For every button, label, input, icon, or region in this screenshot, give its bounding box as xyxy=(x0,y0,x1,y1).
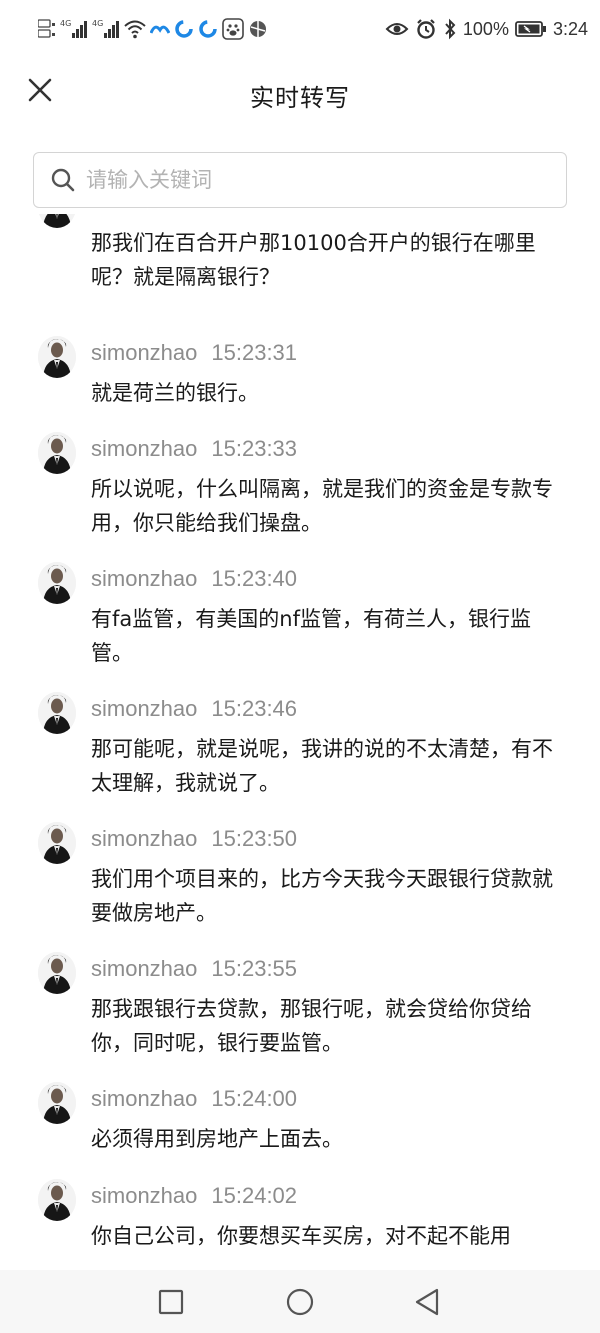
speaker-avatar[interactable] xyxy=(38,1179,76,1221)
home-icon xyxy=(286,1288,314,1316)
status-bar: 4G 4G 100% 3:24 xyxy=(0,0,600,58)
header: 实时转写 xyxy=(0,58,600,130)
entry-meta: simonzhao 15:23:33 xyxy=(91,436,297,462)
entry-meta: simonzhao 15:23:40 xyxy=(91,566,297,592)
recent-apps-icon xyxy=(158,1289,184,1315)
status-bar-right: 100% 3:24 xyxy=(385,16,588,42)
bluetooth-icon xyxy=(443,18,457,40)
timestamp: 15:23:46 xyxy=(211,696,298,721)
transcript-text: 那我们在百合开户那10100合开户的银行在哪里呢？就是隔离银行？ xyxy=(91,231,536,289)
battery-icon xyxy=(515,18,547,40)
signal-4g-icon: 4G xyxy=(60,18,88,40)
entry-meta: simonzhao 15:23:55 xyxy=(91,956,297,982)
speaker-name: simonzhao xyxy=(91,1086,198,1111)
entry-meta: simonzhao 15:23:46 xyxy=(91,696,297,722)
back-icon xyxy=(415,1288,439,1316)
speaker-name: simonzhao xyxy=(91,436,198,461)
speaker-avatar[interactable] xyxy=(38,822,76,864)
timestamp: 15:23:50 xyxy=(211,826,298,851)
transcript-text: 你自己公司，你要想买车买房，对不起不能用 xyxy=(91,1224,511,1248)
transcript-list[interactable]: 那我们在百合开户那10100合开户的银行在哪里呢？就是隔离银行？ simonzha… xyxy=(0,214,600,1270)
speaker-name: simonzhao xyxy=(91,340,198,365)
timestamp: 15:24:00 xyxy=(211,1086,298,1111)
home-button[interactable] xyxy=(283,1285,317,1319)
speaker-avatar[interactable] xyxy=(38,562,76,604)
back-button[interactable] xyxy=(410,1285,444,1319)
app-notification-icon xyxy=(174,18,194,40)
svg-text:4G: 4G xyxy=(60,19,71,28)
timestamp: 15:23:55 xyxy=(211,956,298,981)
app-icon xyxy=(248,18,268,40)
timestamp: 15:23:31 xyxy=(211,340,298,365)
speaker-avatar[interactable] xyxy=(38,432,76,474)
recent-apps-button[interactable] xyxy=(154,1285,188,1319)
hd-sim1-icon xyxy=(38,18,56,40)
speaker-avatar[interactable] xyxy=(38,1082,76,1124)
transcript-text: 我们用个项目来的，比方今天我今天跟银行贷款就要做房地产。 xyxy=(91,867,553,925)
speaker-name: simonzhao xyxy=(91,696,198,721)
transcript-text: 必须得用到房地产上面去。 xyxy=(91,1127,343,1151)
entry-meta: simonzhao 15:23:31 xyxy=(91,340,297,366)
entry-meta: simonzhao 15:23:50 xyxy=(91,826,297,852)
timestamp: 15:24:02 xyxy=(211,1183,298,1208)
transcript-text: 那可能呢，就是说呢，我讲的说的不太清楚，有不太理解，我就说了。 xyxy=(91,737,553,795)
signal-4g-icon: 4G xyxy=(92,18,120,40)
speaker-avatar[interactable] xyxy=(38,692,76,734)
status-bar-left: 4G 4G xyxy=(38,16,268,42)
speaker-name: simonzhao xyxy=(91,956,198,981)
svg-text:4G: 4G xyxy=(92,19,103,28)
speaker-avatar[interactable] xyxy=(38,952,76,994)
timestamp: 15:23:33 xyxy=(211,436,298,461)
speaker-name: simonzhao xyxy=(91,566,198,591)
speaker-name: simonzhao xyxy=(91,826,198,851)
transcript-text: 就是荷兰的银行。 xyxy=(91,381,259,405)
navigation-bar xyxy=(0,1270,600,1333)
search-box[interactable] xyxy=(33,152,567,208)
alarm-icon xyxy=(415,18,437,40)
transcript-text: 所以说呢，什么叫隔离，就是我们的资金是专款专用，你只能给我们操盘。 xyxy=(91,477,553,535)
entry-meta: simonzhao 15:24:00 xyxy=(91,1086,297,1112)
eye-icon xyxy=(385,18,409,40)
speaker-avatar[interactable] xyxy=(38,336,76,378)
wifi-icon xyxy=(124,18,146,40)
baidu-icon xyxy=(222,18,244,40)
speaker-avatar[interactable] xyxy=(38,214,76,228)
speaker-name: simonzhao xyxy=(91,1183,198,1208)
search-input[interactable] xyxy=(86,153,566,207)
battery-percent: 100% xyxy=(462,18,509,39)
transcript-text: 那我跟银行去贷款，那银行呢，就会贷给你贷给你，同时呢，银行要监管。 xyxy=(91,997,532,1055)
timestamp: 15:23:40 xyxy=(211,566,298,591)
transcript-text: 有fa监管，有美国的nf监管，有荷兰人，银行监管。 xyxy=(91,607,531,665)
app-notification-icon xyxy=(150,18,170,40)
page-title: 实时转写 xyxy=(250,84,350,112)
clock: 3:24 xyxy=(552,18,588,39)
app-notification-icon xyxy=(198,18,218,40)
search-icon xyxy=(48,165,78,195)
entry-meta: simonzhao 15:24:02 xyxy=(91,1183,297,1209)
